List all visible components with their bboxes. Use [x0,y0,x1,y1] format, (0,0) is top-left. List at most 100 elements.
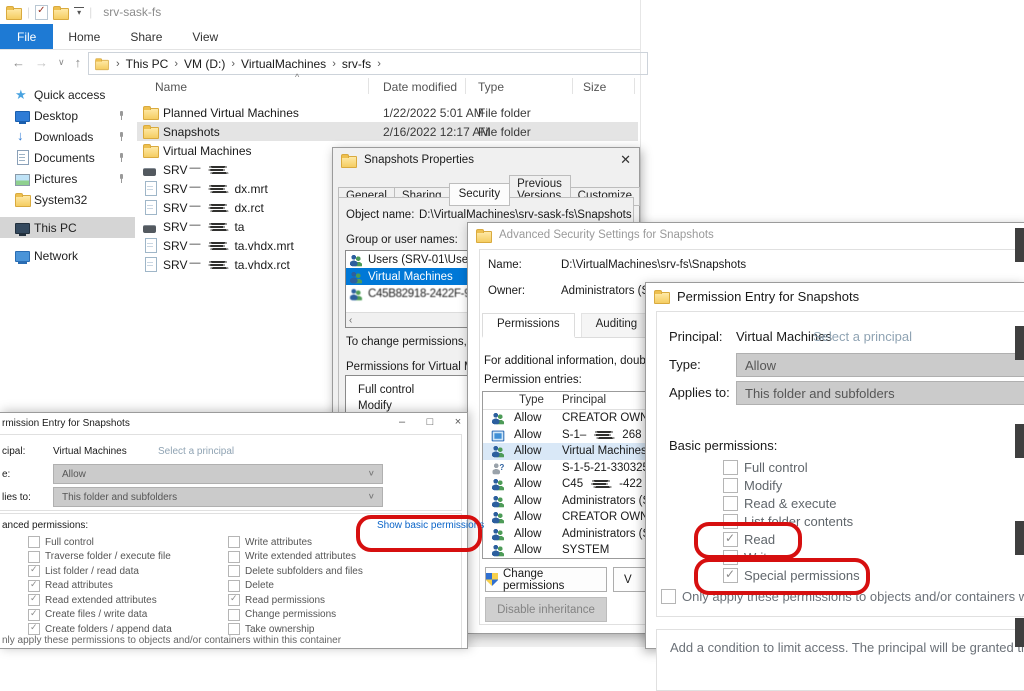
column-divider[interactable] [634,78,635,94]
checkbox[interactable] [228,594,240,606]
sidebar-item[interactable]: Pictures [0,168,135,189]
principal-column-header[interactable]: Principal [562,394,606,406]
file-date: 2/16/2022 12:17 AM [383,125,490,139]
file-row[interactable]: Planned Virtual Machines 1/22/2022 5:01 … [137,103,638,122]
sidebar-item[interactable]: Desktop [0,105,135,126]
file-name: SRVdx.rct [163,201,264,215]
principal-value: Virtual Machines [53,446,127,457]
breadcrumb-item[interactable]: VirtualMachines [241,57,326,71]
ribbon-tab[interactable]: View [177,24,233,49]
applies-to-dropdown[interactable]: This folder and subfolders [53,487,383,507]
advanced-permission-row[interactable]: List folder / read data [28,564,172,579]
checkbox[interactable] [28,580,40,592]
checkbox[interactable] [661,589,676,604]
checkbox[interactable] [228,551,240,563]
select-principal-link[interactable]: Select a principal [158,446,234,457]
group-icon [350,270,363,283]
checkbox[interactable] [28,609,40,621]
checkbox[interactable] [28,536,40,548]
basic-permission-row[interactable]: Modify [723,476,860,494]
titlebar-separator: | [27,5,30,19]
column-divider[interactable] [465,78,466,94]
advanced-permission-row[interactable]: Delete [228,579,363,594]
column-header-name[interactable]: Name [155,80,187,94]
type-dropdown[interactable]: Allow [736,353,1024,377]
breadcrumb-item[interactable]: VM (D:) [184,57,225,71]
advanced-permission-row[interactable]: Delete subfolders and files [228,564,363,579]
type-column-header[interactable]: Type [519,394,544,406]
scroll-left-icon[interactable]: ‹ [349,315,352,326]
advanced-permission-row[interactable]: Full control [28,535,172,550]
checkbox[interactable] [28,594,40,606]
properties-quick-icon[interactable] [35,5,48,20]
file-name-suffix: ta.vhdx.rct [234,258,289,272]
file-type-icon [143,146,159,158]
ribbon-tab[interactable]: Home [53,24,115,49]
type-dropdown[interactable]: Allow [53,464,383,484]
advanced-permission-row[interactable]: Change permissions [228,608,363,623]
checkbox[interactable] [228,536,240,548]
breadcrumb-item[interactable]: This PC [126,57,169,71]
checkbox[interactable] [28,551,40,563]
forward-icon[interactable]: → [35,55,48,70]
sidebar-item[interactable]: Network [0,245,135,266]
permission-label: Read permissions [245,595,325,606]
address-bar[interactable]: This PC VM (D:) VirtualMachines srv-fs [88,52,648,75]
checkbox[interactable] [28,565,40,577]
dialog-title: Permission Entry for Snapshots [677,289,859,304]
back-icon[interactable]: ← [12,55,25,70]
advanced-permission-row[interactable]: Read permissions [228,593,363,608]
advanced-tab[interactable]: Permissions [482,313,575,338]
advanced-permission-row[interactable]: Create files / write data [28,608,172,623]
sidebar-item[interactable]: Quick access [0,84,135,105]
column-divider[interactable] [572,78,573,94]
sidebar-item[interactable]: System32 [0,189,135,210]
properties-tab[interactable]: Security [449,183,511,206]
column-header-type[interactable]: Type [478,80,504,94]
breadcrumb-item[interactable]: srv-fs [342,57,371,71]
advanced-permission-row[interactable]: Write attributes [228,535,363,550]
advanced-permission-row[interactable]: Read extended attributes [28,593,172,608]
checkbox[interactable] [228,565,240,577]
checkbox[interactable] [723,460,738,475]
checkbox[interactable] [228,580,240,592]
checkbox[interactable] [28,623,40,635]
quick-access-toolbar-dropdown-icon[interactable]: ▾ [74,7,84,17]
sidebar-item[interactable]: Downloads [0,126,135,147]
close-icon[interactable]: ✕ [620,152,631,168]
close-icon[interactable]: × [451,416,465,428]
advanced-permission-row[interactable]: Write extended attributes [228,550,363,565]
file-name: SRVta [163,220,244,234]
advanced-permission-row[interactable]: Traverse folder / execute file [28,550,172,565]
column-header-date[interactable]: Date modified [383,80,457,94]
group-name: Users (SRV-01\Users) [368,254,482,266]
checkbox[interactable] [228,623,240,635]
change-permissions-button[interactable]: Change permissions [485,567,607,592]
new-folder-quick-icon[interactable] [53,8,69,20]
recent-locations-icon[interactable]: ∨ [58,57,65,68]
disable-inheritance-button[interactable]: Disable inheritance [485,597,607,622]
advanced-tab-label: Auditing [596,318,638,330]
select-principal-link[interactable]: Select a principal [813,329,912,344]
basic-permission-row[interactable]: Full control [723,458,860,476]
ribbon-tab[interactable]: Share [115,24,177,49]
sidebar-item[interactable]: This PC [0,217,135,238]
column-divider[interactable] [368,78,369,94]
checkbox[interactable] [228,609,240,621]
checkbox[interactable] [723,478,738,493]
column-header-size[interactable]: Size [583,80,606,94]
applies-to-dropdown[interactable]: This folder and subfolders [736,381,1024,405]
file-row[interactable]: Snapshots 2/16/2022 12:17 AM File folder [137,122,638,141]
maximize-icon[interactable]: □ [423,416,437,428]
file-type-icon [145,200,157,215]
checkbox[interactable] [723,496,738,511]
ribbon-tab[interactable]: File [0,24,53,49]
file-type-icon [145,257,157,272]
advanced-permission-row[interactable]: Read attributes [28,579,172,594]
basic-permission-row[interactable]: Read & execute [723,494,860,512]
sidebar-item[interactable]: Documents [0,147,135,168]
minimize-icon[interactable]: – [395,416,409,428]
up-icon[interactable]: ↑ [75,55,82,70]
advanced-tab[interactable]: Auditing [581,313,653,337]
entry-type: Allow [514,511,541,523]
